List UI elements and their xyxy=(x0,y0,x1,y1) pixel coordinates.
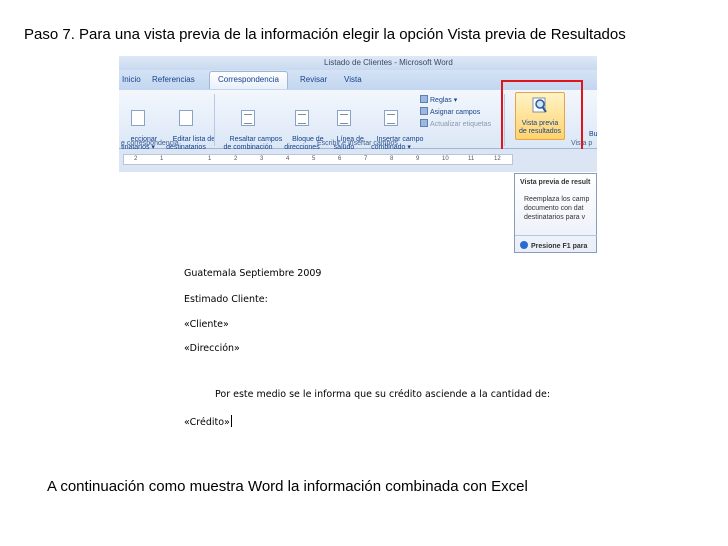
rules-button[interactable]: Reglas ▾ xyxy=(420,95,457,104)
ruler-tick: 5 xyxy=(312,156,316,162)
ruler-tick: 6 xyxy=(338,156,342,162)
letter-greeting: Estimado Cliente: xyxy=(184,294,268,305)
find-recipient-button[interactable]: Bu xyxy=(589,126,597,144)
ruler-tick: 7 xyxy=(364,156,368,162)
group-label-write-insert: Escribir e insertar campos xyxy=(317,140,398,147)
letter-body-text: Por este medio se le informa que su créd… xyxy=(215,389,551,400)
merge-field-direccion: «Dirección» xyxy=(184,343,240,354)
tab-correspondencia[interactable]: Correspondencia xyxy=(209,71,288,89)
merge-field-cliente: «Cliente» xyxy=(184,319,229,330)
title-bar: Listado de Clientes - Microsoft Word xyxy=(119,56,597,70)
text-cursor xyxy=(230,415,232,427)
letter-date: Guatemala Septiembre 2009 xyxy=(184,268,322,279)
update-labels-button[interactable]: Actualizar etiquetas xyxy=(420,119,491,128)
match-fields-icon xyxy=(420,107,428,115)
ruler-tick: 12 xyxy=(494,156,501,162)
word-screenshot: Listado de Clientes - Microsoft Word Ini… xyxy=(119,56,597,261)
ruler-tick: 9 xyxy=(416,156,420,162)
group-label-start: e correspondencia xyxy=(121,140,179,147)
update-labels-icon xyxy=(420,119,428,127)
tab-vista[interactable]: Vista xyxy=(344,75,362,84)
ruler-tick: 1 xyxy=(208,156,212,162)
merge-field-credito-text: «Crédito» xyxy=(184,417,230,428)
rules-label: Reglas ▾ xyxy=(430,97,458,104)
ruler-bar: 2 1 1 2 3 4 5 6 7 8 9 10 11 12 xyxy=(119,149,597,172)
ruler-tick: 3 xyxy=(260,156,264,162)
result-caption: A continuación como muestra Word la info… xyxy=(47,478,528,495)
tooltip-body: Reemplaza los camp documento con dat des… xyxy=(524,195,597,222)
match-fields-label: Asignar campos xyxy=(430,109,481,116)
tab-referencias[interactable]: Referencias xyxy=(152,75,195,84)
edit-list-icon xyxy=(179,110,193,126)
match-fields-button[interactable]: Asignar campos xyxy=(420,107,480,116)
instruction-caption: Paso 7. Para una vista previa de la info… xyxy=(24,26,626,43)
insert-field-icon xyxy=(384,110,398,126)
update-labels-label: Actualizar etiquetas xyxy=(430,121,492,128)
ruler-tick: 1 xyxy=(160,156,164,162)
horizontal-ruler: 2 1 1 2 3 4 5 6 7 8 9 10 11 12 xyxy=(123,154,513,165)
tooltip-body-line: documento con dat xyxy=(524,205,584,212)
rules-icon xyxy=(420,95,428,103)
document-icon xyxy=(241,110,255,126)
tab-inicio[interactable]: Inicio xyxy=(122,75,141,84)
tooltip-body-line: destinatarios para v xyxy=(524,214,586,221)
highlight-box xyxy=(501,80,583,156)
tooltip-body-line: Reemplaza los camp xyxy=(524,196,590,203)
greeting-line-icon xyxy=(337,110,351,126)
ruler-tick: 8 xyxy=(390,156,394,162)
help-icon xyxy=(520,241,528,249)
recipients-icon xyxy=(131,110,145,126)
ruler-tick: 2 xyxy=(234,156,238,162)
ruler-tick: 10 xyxy=(442,156,449,162)
merge-field-credito: «Crédito» xyxy=(184,415,232,428)
window-title: Listado de Clientes - Microsoft Word xyxy=(324,58,453,67)
ruler-tick: 11 xyxy=(468,156,475,162)
group-separator xyxy=(214,94,215,146)
address-block-icon xyxy=(295,110,309,126)
ruler-tick: 4 xyxy=(286,156,290,162)
ruler-tick: 2 xyxy=(134,156,138,162)
preview-results-tooltip: Vista previa de result Reemplaza los cam… xyxy=(514,173,597,253)
tooltip-title: Vista previa de result xyxy=(520,179,591,186)
tooltip-help-text: Presione F1 para xyxy=(531,243,588,250)
tab-revisar[interactable]: Revisar xyxy=(300,75,327,84)
tooltip-help: Presione F1 para xyxy=(515,235,597,253)
